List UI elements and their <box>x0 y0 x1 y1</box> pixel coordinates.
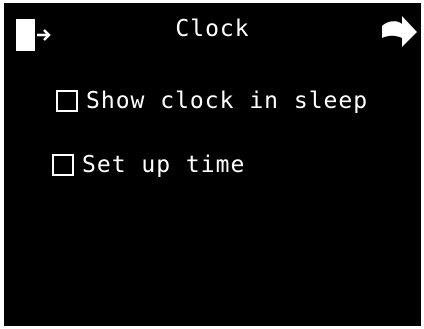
back-arrow-icon[interactable] <box>380 15 418 49</box>
show-clock-in-sleep-checkbox[interactable] <box>56 90 78 112</box>
set-up-time-checkbox[interactable] <box>52 154 74 176</box>
page-title: Clock <box>175 16 250 42</box>
set-up-time-label: Set up time <box>82 152 246 178</box>
show-clock-in-sleep-label: Show clock in sleep <box>86 88 369 114</box>
device-screen: Clock Show clock in sleep Set up time <box>0 0 424 329</box>
clock-settings-panel: Clock Show clock in sleep Set up time <box>4 3 421 326</box>
option-show-clock-in-sleep[interactable]: Show clock in sleep <box>56 85 368 117</box>
option-set-up-time[interactable]: Set up time <box>52 149 245 181</box>
